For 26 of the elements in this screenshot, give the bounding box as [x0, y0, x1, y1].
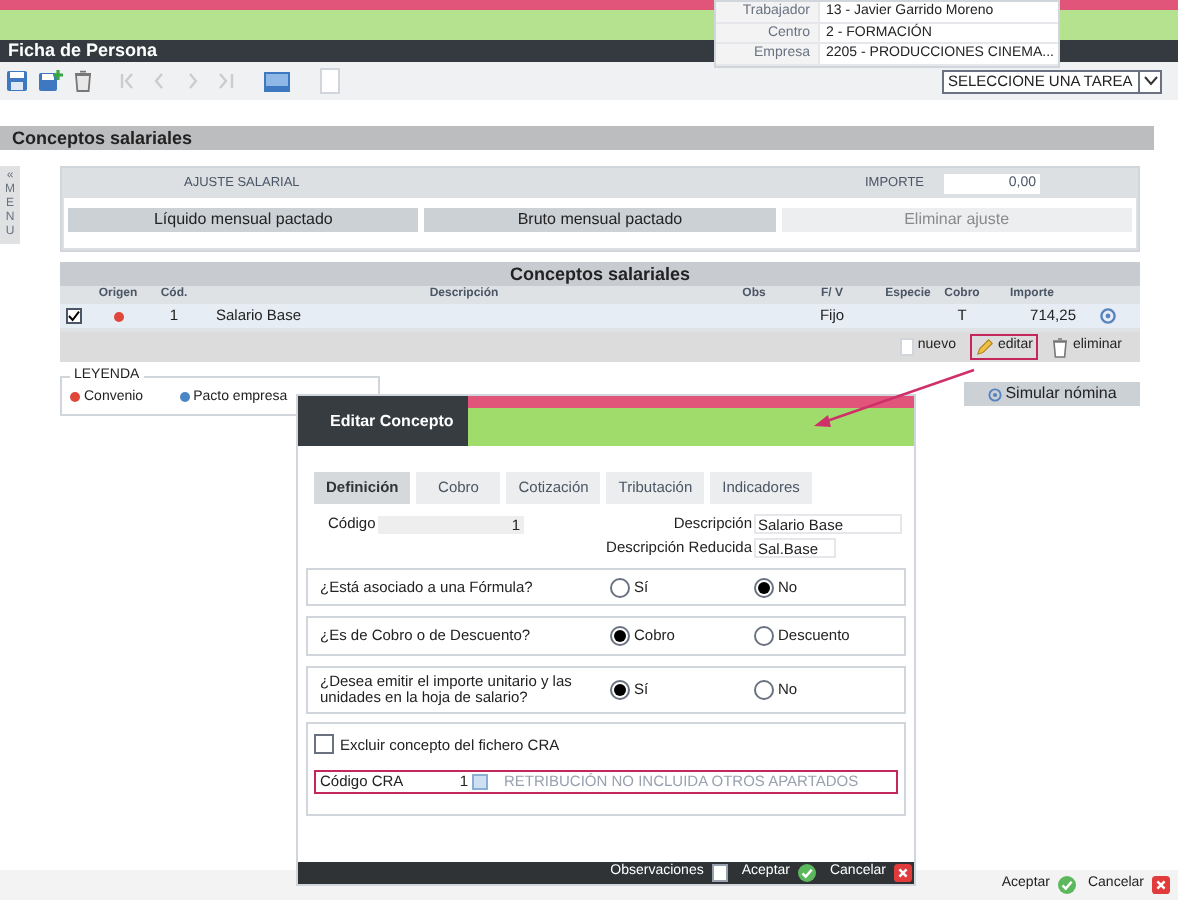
settings-icon[interactable] — [1100, 308, 1116, 324]
section-title: Conceptos salariales — [0, 126, 1154, 150]
simulate-payroll-button[interactable]: Simular nómina — [964, 382, 1140, 406]
trash-icon — [1052, 337, 1069, 357]
pencil-icon — [975, 338, 994, 356]
radio-button[interactable] — [754, 625, 774, 646]
adjustment-button[interactable]: Líquido mensual pactado — [68, 208, 419, 232]
image-icon[interactable] — [264, 71, 290, 91]
save-new-icon[interactable] — [38, 70, 64, 92]
radio-button[interactable] — [610, 625, 630, 646]
gear-icon — [987, 387, 1002, 401]
radio-button[interactable] — [610, 577, 630, 598]
radio-button[interactable] — [754, 577, 774, 598]
radio-button[interactable] — [754, 679, 774, 699]
exclude-checkbox[interactable] — [314, 734, 334, 755]
save-icon[interactable] — [6, 70, 28, 92]
row-checkbox[interactable] — [66, 308, 82, 324]
dialog-title: Editar Concepto — [298, 396, 468, 446]
trash-icon[interactable] — [74, 70, 92, 92]
blank-page-icon — [899, 338, 914, 356]
caret-icon — [1138, 71, 1160, 91]
adjustment-button[interactable]: Bruto mensual pactado — [424, 208, 776, 232]
check-icon — [1057, 876, 1076, 894]
radio-button[interactable] — [610, 679, 630, 699]
table-title: Conceptos salariales — [60, 262, 1140, 286]
close-icon — [1152, 876, 1170, 894]
